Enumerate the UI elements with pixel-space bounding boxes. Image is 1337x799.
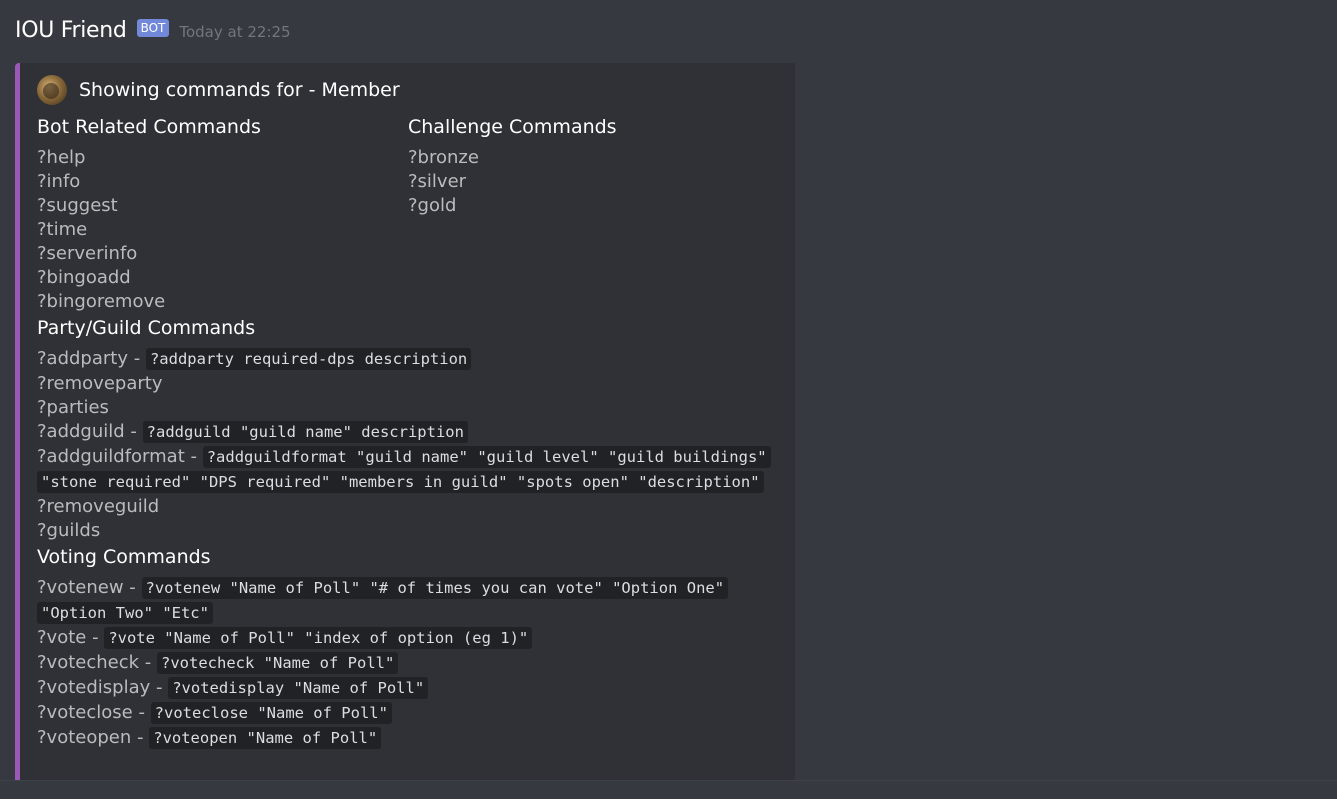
command-name: ?addguildformat <box>37 446 185 467</box>
command-item: ?voteclose - ?voteclose "Name of Poll" <box>37 701 782 726</box>
command-item: ?guilds <box>37 520 101 541</box>
timestamp[interactable]: Today at 22:25 <box>179 23 290 41</box>
command-usage: ?addguild "guild name" description <box>142 421 468 443</box>
command-item: ?parties <box>37 397 109 418</box>
inline-fields-row: Bot Related Commands ?help ?info ?sugges… <box>37 115 782 314</box>
separator: - <box>124 421 143 442</box>
field-voting: Voting Commands ?votenew - ?votenew "Nam… <box>37 545 782 751</box>
command-name: ?votecheck <box>37 652 140 673</box>
command-item: ?gold <box>408 195 457 216</box>
command-item: ?bingoadd <box>37 267 131 288</box>
command-item: ?info <box>37 171 81 192</box>
command-item: ?bingoremove <box>37 291 166 312</box>
command-item: ?addparty - ?addparty required-dps descr… <box>37 347 782 372</box>
bot-tag: BOT <box>136 19 170 37</box>
command-usage: ?votedisplay "Name of Poll" <box>168 677 429 699</box>
command-name: ?votenew <box>37 577 124 598</box>
command-item: ?votedisplay - ?votedisplay "Name of Pol… <box>37 676 782 701</box>
command-item: ?addguildformat - ?addguildformat "guild… <box>37 445 782 495</box>
command-name: ?votedisplay <box>37 677 151 698</box>
command-item: ?votenew - ?votenew "Name of Poll" "# of… <box>37 576 782 626</box>
username[interactable]: IOU Friend <box>15 18 127 43</box>
command-item: ?help <box>37 147 86 168</box>
author-avatar-icon <box>37 75 67 105</box>
command-item: ?addguild - ?addguild "guild name" descr… <box>37 420 782 445</box>
command-name: ?voteopen <box>37 727 132 748</box>
command-usage: ?votecheck "Name of Poll" <box>157 652 399 674</box>
embed-author: Showing commands for - Member <box>37 75 400 105</box>
command-item: ?votecheck - ?votecheck "Name of Poll" <box>37 651 782 676</box>
separator: - <box>123 577 142 598</box>
separator: - <box>150 677 169 698</box>
message-header: IOU Friend BOT Today at 22:25 <box>15 16 291 44</box>
field-value: ?addparty - ?addparty required-dps descr… <box>37 347 782 543</box>
command-usage: ?addparty required-dps description <box>145 348 472 370</box>
command-item: ?removeguild <box>37 496 160 517</box>
command-item: ?voteopen - ?voteopen "Name of Poll" <box>37 726 782 751</box>
command-name: ?vote <box>37 627 87 648</box>
command-item: ?silver <box>408 171 467 192</box>
embed-fields: Bot Related Commands ?help ?info ?sugges… <box>37 115 782 751</box>
command-item: ?bronze <box>408 147 479 168</box>
command-usage: ?vote "Name of Poll" "index of option (e… <box>104 627 533 649</box>
command-name: ?addparty <box>37 348 129 369</box>
field-title: Bot Related Commands <box>37 116 261 138</box>
separator: - <box>132 702 151 723</box>
bottom-divider <box>0 780 1337 799</box>
command-item: ?serverinfo <box>37 243 138 264</box>
field-challenge: Challenge Commands ?bronze ?silver ?gold <box>408 115 779 314</box>
field-title: Party/Guild Commands <box>37 317 256 339</box>
command-name: ?voteclose <box>37 702 133 723</box>
field-party-guild: Party/Guild Commands ?addparty - ?addpar… <box>37 316 782 543</box>
command-item: ?time <box>37 219 88 240</box>
embed: Showing commands for - Member Bot Relate… <box>15 63 795 799</box>
field-title: Voting Commands <box>37 546 211 568</box>
separator: - <box>128 348 146 369</box>
chat-message: IOU Friend BOT Today at 22:25 Showing co… <box>0 0 1337 799</box>
field-value: ?votenew - ?votenew "Name of Poll" "# of… <box>37 576 782 751</box>
field-bot-related: Bot Related Commands ?help ?info ?sugges… <box>37 115 408 314</box>
command-item: ?removeparty <box>37 373 163 394</box>
field-title: Challenge Commands <box>408 116 617 138</box>
field-value: ?bronze ?silver ?gold <box>408 146 779 218</box>
command-item: ?suggest <box>37 195 118 216</box>
command-name: ?addguild <box>37 421 125 442</box>
separator: - <box>131 727 150 748</box>
separator: - <box>139 652 158 673</box>
field-value: ?help ?info ?suggest ?time ?serverinfo ?… <box>37 146 408 314</box>
separator: - <box>184 446 203 467</box>
command-usage: ?voteclose "Name of Poll" <box>150 702 392 724</box>
embed-author-name: Showing commands for - Member <box>79 79 400 101</box>
command-item: ?vote - ?vote "Name of Poll" "index of o… <box>37 626 782 651</box>
separator: - <box>86 627 105 648</box>
command-usage: ?voteopen "Name of Poll" <box>149 727 382 749</box>
